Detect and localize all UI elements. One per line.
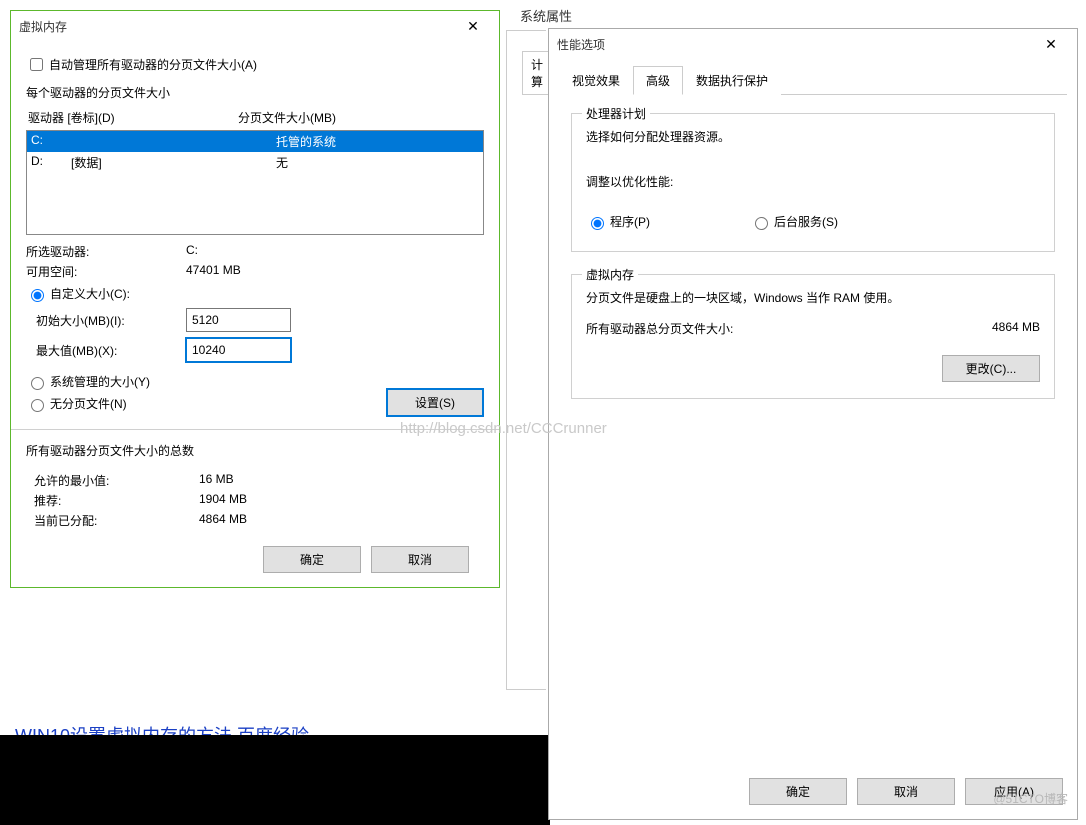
drive-list[interactable]: C: 托管的系统 D: [数据] 无 — [26, 130, 484, 235]
max-size-label: 最大值(MB)(X): — [36, 342, 186, 359]
cancel-button[interactable]: 取消 — [857, 778, 955, 805]
close-icon[interactable]: ✕ — [455, 12, 491, 40]
background-label: 后台服务(S) — [774, 213, 838, 230]
system-properties-back-window: 计算 — [506, 30, 546, 690]
drive-label — [71, 133, 276, 150]
set-button[interactable]: 设置(S) — [386, 388, 484, 417]
processor-legend: 处理器计划 — [582, 105, 650, 122]
cancel-button[interactable]: 取消 — [371, 546, 469, 573]
system-managed-radio[interactable] — [31, 377, 44, 390]
blog-watermark: @51CTO博客 — [993, 790, 1068, 807]
perf-title: 性能选项 — [557, 36, 1033, 53]
tab-visual-effects[interactable]: 视觉效果 — [559, 66, 633, 95]
size-col-header: 分页文件大小(MB) — [238, 109, 336, 126]
programs-label: 程序(P) — [610, 213, 650, 230]
drive-list-headers: 驱动器 [卷标](D) 分页文件大小(MB) — [26, 105, 484, 130]
drive-row-c[interactable]: C: 托管的系统 — [27, 131, 483, 152]
alloc-label: 当前已分配: — [34, 512, 199, 529]
min-value: 16 MB — [199, 472, 234, 489]
auto-manage-label: 自动管理所有驱动器的分页文件大小(A) — [49, 56, 257, 73]
system-properties-title: 系统属性 — [520, 6, 572, 25]
programs-radio[interactable] — [591, 217, 604, 230]
per-drive-label: 每个驱动器的分页文件大小 — [26, 84, 484, 101]
processor-desc: 选择如何分配处理器资源。 — [586, 128, 1040, 145]
drive-row-d[interactable]: D: [数据] 无 — [27, 152, 483, 173]
vm-titlebar: 虚拟内存 ✕ — [11, 11, 499, 41]
ok-button[interactable]: 确定 — [749, 778, 847, 805]
vm-title: 虚拟内存 — [19, 18, 455, 35]
vmem-desc: 分页文件是硬盘上的一块区域，Windows 当作 RAM 使用。 — [586, 289, 1040, 306]
vmem-legend: 虚拟内存 — [582, 266, 638, 283]
perf-titlebar: 性能选项 ✕ — [549, 29, 1077, 59]
alloc-value: 4864 MB — [199, 512, 247, 529]
initial-size-input[interactable] — [186, 308, 291, 332]
close-icon[interactable]: ✕ — [1033, 30, 1069, 58]
auto-manage-checkbox[interactable] — [30, 58, 43, 71]
change-button[interactable]: 更改(C)... — [942, 355, 1040, 382]
drive-letter: D: — [31, 154, 71, 171]
adjust-label: 调整以优化性能: — [586, 173, 1040, 190]
ok-button[interactable]: 确定 — [263, 546, 361, 573]
selected-drive-label: 所选驱动器: — [26, 243, 186, 260]
drive-size: 托管的系统 — [276, 133, 336, 150]
drive-col-header: 驱动器 [卷标](D) — [28, 109, 238, 126]
tab-advanced[interactable]: 高级 — [633, 66, 683, 95]
virtual-memory-group: 虚拟内存 分页文件是硬盘上的一块区域，Windows 当作 RAM 使用。 所有… — [571, 274, 1055, 399]
processor-scheduling-group: 处理器计划 选择如何分配处理器资源。 调整以优化性能: 程序(P) 后台服务(S… — [571, 113, 1055, 252]
no-paging-radio[interactable] — [31, 399, 44, 412]
free-space-label: 可用空间: — [26, 263, 186, 280]
totals-label: 所有驱动器分页文件大小的总数 — [26, 442, 484, 459]
perf-tabs: 视觉效果 高级 数据执行保护 — [559, 65, 1067, 95]
rec-label: 推荐: — [34, 492, 199, 509]
free-space-value: 47401 MB — [186, 263, 241, 280]
max-size-input[interactable] — [186, 338, 291, 362]
performance-options-dialog: 性能选项 ✕ 视觉效果 高级 数据执行保护 处理器计划 选择如何分配处理器资源。… — [548, 28, 1078, 820]
total-pagefile-label: 所有驱动器总分页文件大小: — [586, 320, 992, 337]
rec-value: 1904 MB — [199, 492, 247, 509]
drive-label: [数据] — [71, 154, 276, 171]
system-managed-label: 系统管理的大小(Y) — [50, 373, 150, 390]
background-radio[interactable] — [755, 217, 768, 230]
custom-size-radio[interactable] — [31, 289, 44, 302]
initial-size-label: 初始大小(MB)(I): — [36, 312, 186, 329]
selected-drive-value: C: — [186, 243, 198, 260]
drive-size: 无 — [276, 154, 288, 171]
virtual-memory-dialog: 虚拟内存 ✕ 自动管理所有驱动器的分页文件大小(A) 每个驱动器的分页文件大小 … — [10, 10, 500, 588]
custom-size-label: 自定义大小(C): — [50, 285, 130, 302]
no-paging-label: 无分页文件(N) — [50, 395, 127, 412]
drive-letter: C: — [31, 133, 71, 150]
min-label: 允许的最小值: — [34, 472, 199, 489]
black-bar — [0, 735, 550, 825]
tab-dep[interactable]: 数据执行保护 — [683, 66, 781, 95]
total-pagefile-value: 4864 MB — [992, 320, 1040, 337]
